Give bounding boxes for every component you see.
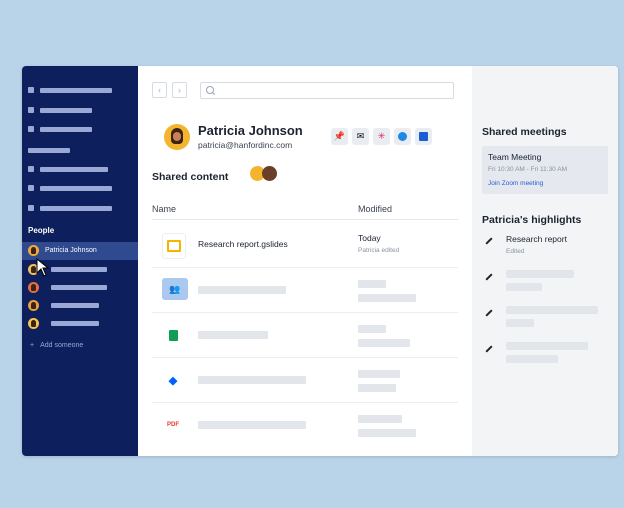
sidebar-item-2[interactable] xyxy=(28,104,92,116)
placeholder-modified-sub xyxy=(358,384,396,392)
sidebar-person-5[interactable] xyxy=(28,318,99,329)
modified-time: Today xyxy=(358,233,381,243)
app-window: People Patricia Johnson + Add someone ‹ ›… xyxy=(22,66,618,456)
search-input[interactable] xyxy=(200,82,454,99)
profile-avatar xyxy=(164,124,190,150)
files-icon xyxy=(28,205,34,211)
highlight-name: Research report xyxy=(506,234,567,244)
placeholder-modified xyxy=(358,415,402,423)
slack-icon[interactable]: ✳ xyxy=(373,128,390,145)
placeholder-name xyxy=(198,286,286,294)
placeholder xyxy=(506,283,542,291)
divider xyxy=(152,219,458,220)
person-icon xyxy=(28,107,34,113)
sidebar-item-1[interactable] xyxy=(28,84,112,96)
table-row[interactable]: PDF xyxy=(152,403,458,447)
dropbox-file-icon: ◆ xyxy=(162,368,184,392)
profile-actions: 📌 ✉ ✳ xyxy=(331,128,432,145)
calendar-icon[interactable] xyxy=(415,128,432,145)
placeholder-name xyxy=(198,376,306,384)
placeholder-name xyxy=(198,331,268,339)
shared-folder-icon: 👥 xyxy=(162,278,188,300)
folder-icon xyxy=(28,185,34,191)
plus-icon: + xyxy=(30,342,35,349)
placeholder-modified xyxy=(358,325,386,333)
placeholder-modified xyxy=(358,370,400,378)
gslides-file-icon xyxy=(162,233,186,259)
placeholder-modified xyxy=(358,280,386,288)
sidebar-item-3[interactable] xyxy=(28,123,92,135)
person-name: Patricia Johnson xyxy=(45,247,97,254)
shared-meetings-title: Shared meetings xyxy=(482,126,567,138)
table-row[interactable] xyxy=(152,313,458,358)
search-icon xyxy=(206,86,214,94)
profile-name: Patricia Johnson xyxy=(198,123,303,138)
add-someone-button[interactable]: + Add someone xyxy=(30,342,83,349)
forward-button[interactable]: › xyxy=(172,82,187,98)
sidebar-item-4[interactable] xyxy=(28,163,108,175)
highlights-title: Patricia's highlights xyxy=(482,214,582,226)
meeting-name: Team Meeting xyxy=(488,152,542,162)
edit-icon xyxy=(484,272,493,281)
placeholder xyxy=(506,319,534,327)
avatar xyxy=(28,245,39,256)
sidebar-person-4[interactable] xyxy=(28,300,99,311)
sidebar-section-header xyxy=(28,144,70,156)
main-panel: ‹ › Patricia Johnson patricia@hanfordinc… xyxy=(138,66,472,456)
edit-icon xyxy=(484,308,493,317)
right-panel: Shared meetings Team Meeting Fri 10:30 A… xyxy=(472,66,618,456)
people-section-label: People xyxy=(28,226,55,235)
meeting-card[interactable]: Team Meeting Fri 10:30 AM - Fri 11:30 AM… xyxy=(482,146,608,194)
mail-icon[interactable]: ✉ xyxy=(352,128,369,145)
placeholder xyxy=(506,270,574,278)
table-row[interactable]: ◆ xyxy=(152,358,458,403)
pin-icon[interactable]: 📌 xyxy=(331,128,348,145)
sidebar-item-5[interactable] xyxy=(28,182,112,194)
placeholder-modified-sub xyxy=(358,429,416,437)
modified-by: Patricia edited xyxy=(358,247,400,254)
placeholder-modified-sub xyxy=(358,294,416,302)
sidebar-item-6[interactable] xyxy=(28,202,112,214)
join-zoom-link[interactable]: Join Zoom meeting xyxy=(488,180,543,187)
chat-icon[interactable] xyxy=(394,128,411,145)
meeting-time: Fri 10:30 AM - Fri 11:30 AM xyxy=(488,166,567,173)
avatar xyxy=(28,282,39,293)
avatar xyxy=(262,166,277,181)
placeholder-modified-sub xyxy=(358,339,410,347)
highlight-status: Edited xyxy=(506,248,525,255)
avatar xyxy=(28,318,39,329)
edit-icon xyxy=(484,236,493,245)
gsheets-file-icon xyxy=(162,323,184,347)
placeholder xyxy=(506,342,588,350)
star-icon xyxy=(28,126,34,132)
edit-icon xyxy=(484,344,493,353)
profile-email: patricia@hanfordinc.com xyxy=(198,140,293,150)
table-row[interactable]: 👥 xyxy=(152,268,458,313)
pdf-file-icon: PDF xyxy=(162,413,184,437)
back-button[interactable]: ‹ xyxy=(152,82,167,98)
column-header-name[interactable]: Name xyxy=(152,204,176,214)
table-row[interactable]: Research report.gslides Today Patricia e… xyxy=(152,223,458,268)
mouse-cursor-icon xyxy=(36,258,50,277)
shared-content-title: Shared content xyxy=(152,171,229,183)
sidebar-person-3[interactable] xyxy=(28,282,107,293)
placeholder xyxy=(506,306,598,314)
placeholder-name xyxy=(198,421,306,429)
avatar xyxy=(28,300,39,311)
sharing-icon xyxy=(28,166,34,172)
file-name: Research report.gslides xyxy=(198,239,288,249)
grid-icon xyxy=(28,87,34,93)
placeholder xyxy=(506,355,558,363)
column-header-modified[interactable]: Modified xyxy=(358,204,392,214)
